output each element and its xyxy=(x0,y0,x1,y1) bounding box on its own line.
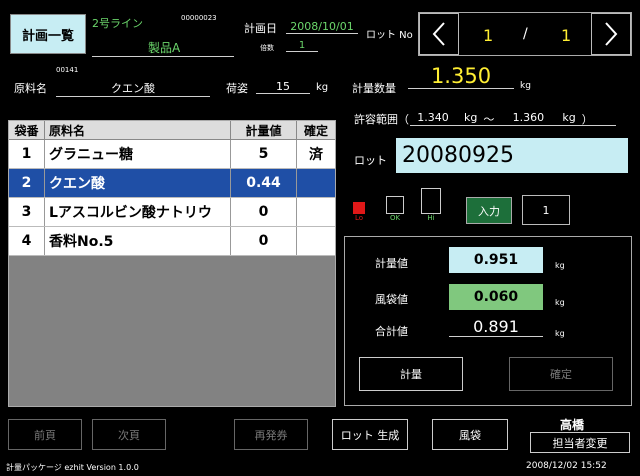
pager-separator: / xyxy=(523,26,528,42)
range-underline xyxy=(410,125,616,126)
lo-lamp-icon xyxy=(353,202,365,214)
row-name: クエン酸 xyxy=(45,169,231,197)
row-done xyxy=(297,227,335,255)
confirm-button[interactable]: 確定 xyxy=(509,357,613,391)
row-no: 3 xyxy=(9,198,45,226)
lot-label: ロット xyxy=(354,154,387,167)
change-operator-button[interactable]: 担当者変更 xyxy=(530,432,630,453)
weigh-panel: 計量値 0.951 kg 風袋値 0.060 kg 合計値 0.891 kg 計… xyxy=(344,236,632,406)
times-value: 1 xyxy=(286,40,318,52)
row-no: 4 xyxy=(9,227,45,255)
quantity-unit: kg xyxy=(520,81,531,91)
ok-lamp-icon xyxy=(386,196,404,214)
quantity-value: 1.350 xyxy=(408,64,514,89)
total-value: 0.891 xyxy=(449,317,543,337)
pager-total: 1 xyxy=(561,26,572,45)
row-name: グラニュー糖 xyxy=(45,140,231,168)
ok-indicator: OK xyxy=(384,192,406,222)
plan-code: 00000023 xyxy=(181,14,217,22)
header-material: 原料名 xyxy=(45,121,231,139)
version-label: 計量パッケージ ezhit Version 1.0.0 xyxy=(6,463,139,472)
material-label: 原料名 xyxy=(14,82,47,95)
table-row-selected[interactable]: 2 クエン酸 0.44 xyxy=(9,169,335,198)
row-no: 1 xyxy=(9,140,45,168)
total-unit: kg xyxy=(555,329,565,338)
material-code: 00141 xyxy=(56,66,79,74)
prev-page-button[interactable]: 前頁 xyxy=(8,419,82,450)
table-header: 袋番 原料名 計量値 確定 xyxy=(9,121,335,140)
product-underline xyxy=(92,56,234,57)
next-lot-button[interactable] xyxy=(591,13,631,55)
plan-date: 2008/10/01 xyxy=(286,20,358,34)
header-bag-no: 袋番 xyxy=(9,121,45,139)
hi-lamp-icon xyxy=(421,188,441,214)
tare-label: 風袋値 xyxy=(375,293,408,306)
product-name: 製品A xyxy=(148,41,181,55)
ok-label: OK xyxy=(389,214,401,222)
reissue-button[interactable]: 再発券 xyxy=(234,419,308,450)
row-done xyxy=(297,198,335,226)
hi-indicator: Hi xyxy=(420,188,442,222)
pager-current: 1 xyxy=(483,26,494,45)
row-value: 0 xyxy=(231,227,297,255)
tare-unit: kg xyxy=(555,298,565,307)
lo-indicator: Lo xyxy=(348,192,370,222)
row-value: 5 xyxy=(231,140,297,168)
weight-unit: kg xyxy=(555,261,565,270)
chevron-right-icon xyxy=(605,22,618,46)
plan-date-label: 計画日 xyxy=(244,22,277,35)
row-value: 0 xyxy=(231,198,297,226)
lot-no-label: ロット No xyxy=(366,30,413,41)
table-row[interactable]: 1 グラニュー糖 5 済 xyxy=(9,140,335,169)
chevron-left-icon xyxy=(432,22,445,46)
datetime: 2008/12/02 15:52 xyxy=(526,461,607,471)
weight-label: 計量値 xyxy=(375,257,408,270)
input-button[interactable]: 入力 xyxy=(466,197,512,224)
row-name: 香料No.5 xyxy=(45,227,231,255)
table-row[interactable]: 4 香料No.5 0 xyxy=(9,227,335,256)
pager: 1 / 1 xyxy=(418,12,632,56)
line-name: 2号ライン xyxy=(92,17,143,30)
weigh-button[interactable]: 計量 xyxy=(359,357,463,391)
lot-generate-button[interactable]: ロット 生成 xyxy=(332,419,408,450)
table-row[interactable]: 3 Lアスコルビン酸ナトリウ 0 xyxy=(9,198,335,227)
quantity-label: 計量数量 xyxy=(352,82,396,95)
pack-label: 荷姿 xyxy=(226,82,248,95)
row-done: 済 xyxy=(309,147,323,163)
lot-field[interactable]: 20080925 xyxy=(396,138,628,173)
prev-lot-button[interactable] xyxy=(419,13,459,55)
row-no: 2 xyxy=(9,169,45,197)
range-label: 許容範囲（ xyxy=(354,113,409,126)
tare-value: 0.060 xyxy=(449,284,543,310)
row-name: Lアスコルビン酸ナトリウ xyxy=(45,198,231,226)
total-label: 合計値 xyxy=(375,325,408,338)
header-weight: 計量値 xyxy=(231,121,297,139)
hi-label: Hi xyxy=(427,214,435,222)
row-done xyxy=(297,169,335,197)
weight-value: 0.951 xyxy=(449,247,543,273)
operator-name: 高橋 xyxy=(560,418,585,432)
lo-label: Lo xyxy=(354,214,364,222)
material-value: クエン酸 xyxy=(56,80,210,97)
times-label: 倍数 xyxy=(260,44,274,52)
pack-value: 15 xyxy=(256,80,310,94)
input-value-field[interactable]: 1 xyxy=(522,195,570,225)
material-table: 袋番 原料名 計量値 確定 1 グラニュー糖 5 済 2 クエン酸 0.44 3… xyxy=(8,120,336,407)
tare-button[interactable]: 風袋 xyxy=(432,419,508,450)
pack-unit: kg xyxy=(316,82,329,93)
row-value: 0.44 xyxy=(231,169,297,197)
plan-list-button[interactable]: 計画一覧 xyxy=(10,14,86,54)
header-confirmed: 確定 xyxy=(303,123,328,138)
next-page-button[interactable]: 次頁 xyxy=(92,419,166,450)
